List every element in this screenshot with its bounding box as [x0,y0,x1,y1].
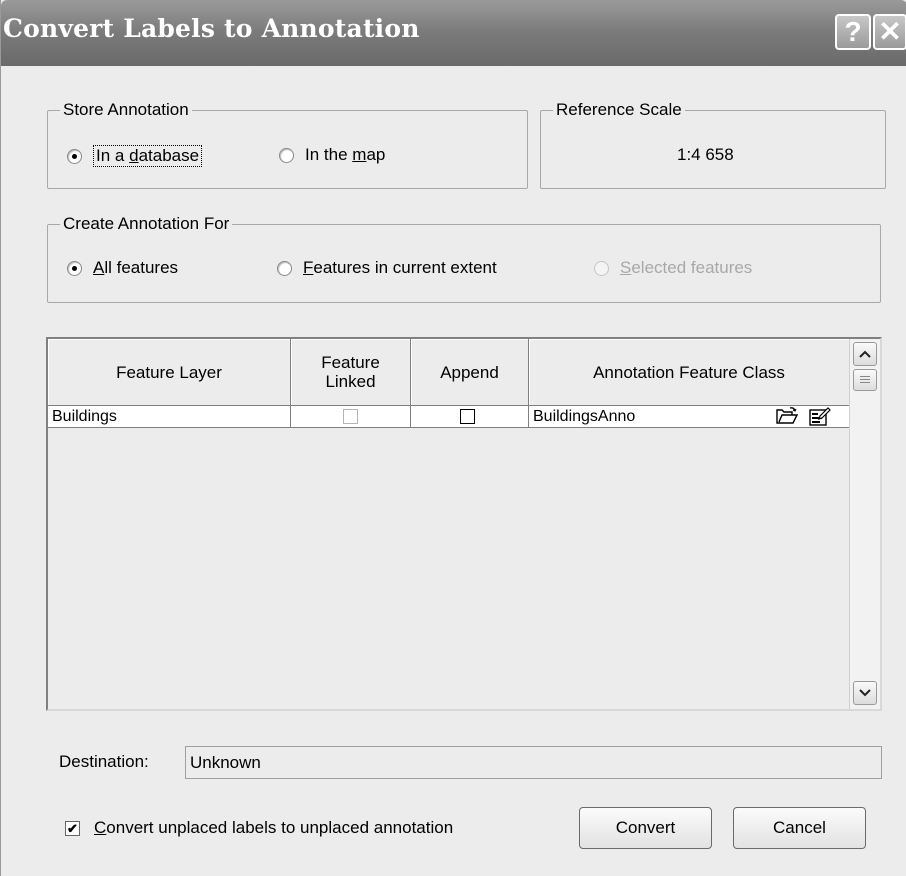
scroll-down-icon[interactable] [853,681,877,705]
table-vertical-scrollbar[interactable] [849,339,880,709]
table-row-feature-layer[interactable]: Buildings [48,406,291,428]
scroll-thumb[interactable] [853,369,877,391]
column-header-feature-layer-label: Feature Layer [116,362,222,382]
table-row-annotation-class[interactable]: BuildingsAnno [529,406,850,428]
column-header-feature-linked-label: Feature Linked [321,353,380,391]
feature-layer-value: Buildings [52,408,117,425]
table-row-append-cell[interactable] [411,406,529,428]
destination-label: Destination: [59,752,149,771]
column-header-annotation-feature-class[interactable]: Annotation Feature Class [529,339,850,406]
convert-labels-dialog: Convert Labels to Annotation ? ✕ Store A… [0,0,906,876]
radio-in-map-indicator[interactable] [279,147,294,163]
column-header-append[interactable]: Append [411,339,529,406]
radio-all-features-label: All features [93,258,179,277]
help-button[interactable]: ? [835,14,871,50]
radio-selected-features-indicator [594,260,609,276]
open-folder-icon[interactable] [776,407,799,431]
radio-features-current-extent[interactable]: Features in current extent [277,258,497,278]
radio-selected-features-label: Selected features [620,258,753,277]
layers-table: Feature Layer Feature Linked Append Anno… [46,337,882,711]
cancel-button-label: Cancel [773,818,826,837]
append-checkbox[interactable] [460,409,475,424]
column-header-append-label: Append [440,362,499,382]
reference-scale-legend: Reference Scale [553,100,685,120]
convert-button-label: Convert [615,818,676,837]
help-icon: ? [844,16,862,47]
close-button[interactable]: ✕ [873,14,906,50]
column-header-feature-layer[interactable]: Feature Layer [48,339,291,406]
convert-unplaced-option[interactable]: ✔ Convert unplaced labels to unplaced an… [65,818,453,838]
convert-unplaced-checkbox[interactable]: ✔ [65,820,80,836]
title-bar[interactable]: Convert Labels to Annotation ? ✕ [1,0,906,66]
close-icon: ✕ [878,16,902,47]
radio-selected-features: Selected features [594,258,752,278]
create-annotation-for-legend: Create Annotation For [60,214,233,234]
destination-value: Unknown [190,753,261,772]
radio-all-features[interactable]: All features [67,258,178,278]
column-header-annotation-feature-class-label: Annotation Feature Class [593,362,785,382]
window-title: Convert Labels to Annotation [3,14,420,43]
radio-features-current-extent-label: Features in current extent [303,258,497,277]
scroll-up-icon[interactable] [853,342,877,366]
radio-in-database[interactable]: In a database [67,145,203,167]
convert-button[interactable]: Convert [579,807,712,849]
radio-in-database-label: In a database [93,145,203,167]
column-header-feature-linked[interactable]: Feature Linked [291,339,411,406]
radio-in-map[interactable]: In the map [279,145,385,165]
annotation-class-value: BuildingsAnno [533,408,636,425]
store-annotation-legend: Store Annotation [60,100,192,120]
radio-in-database-indicator[interactable] [67,148,82,164]
radio-all-features-indicator[interactable] [67,260,82,276]
table-row-feature-linked-cell [291,406,411,428]
radio-features-current-extent-indicator[interactable] [277,260,292,276]
convert-unplaced-label: Convert unplaced labels to unplaced anno… [94,818,454,837]
destination-field: Unknown [185,746,882,779]
radio-in-map-label: In the map [305,145,386,164]
cancel-button[interactable]: Cancel [733,807,866,849]
reference-scale-value: 1:4 658 [677,145,734,164]
feature-linked-checkbox [343,409,358,424]
properties-icon[interactable] [809,406,831,432]
